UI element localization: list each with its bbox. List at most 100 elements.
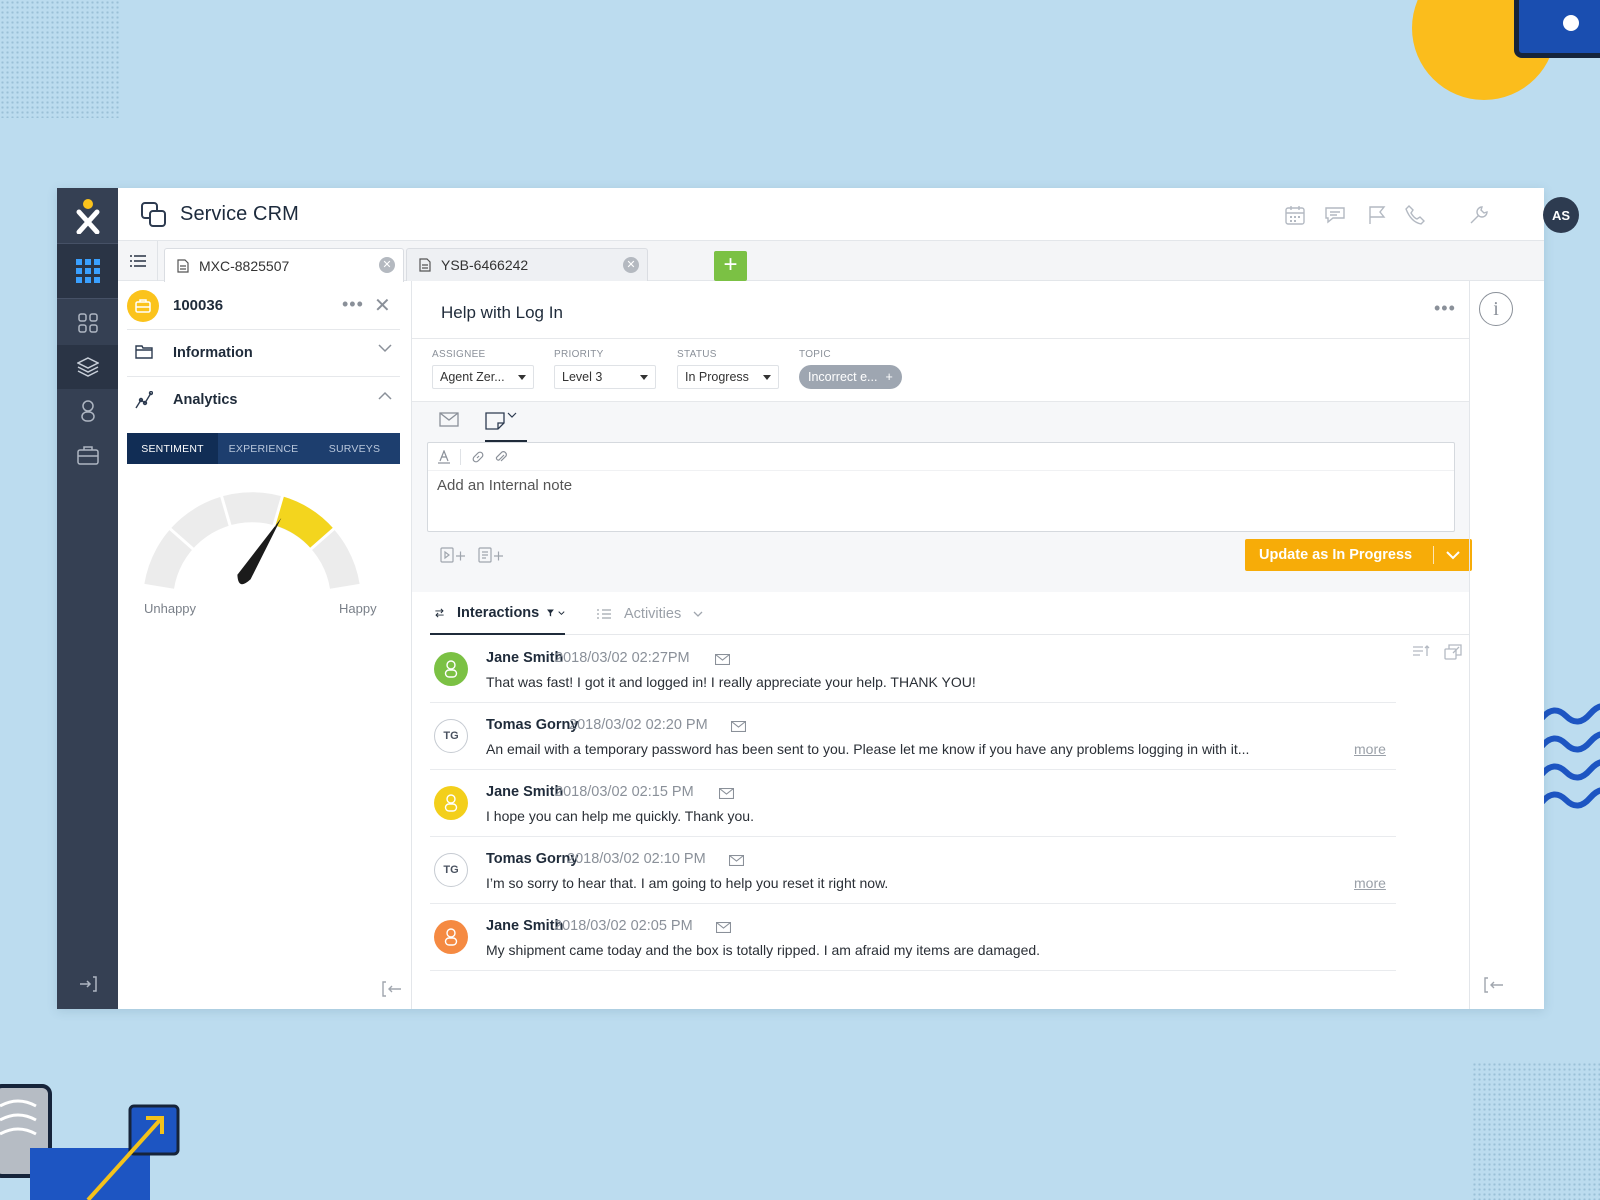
tab-close-button[interactable]: ✕ bbox=[379, 257, 395, 273]
nav-contacts[interactable] bbox=[57, 389, 118, 433]
sort-icon[interactable] bbox=[1412, 644, 1430, 658]
attachment-icon[interactable] bbox=[495, 450, 507, 464]
sender-name[interactable]: Jane Smith bbox=[486, 918, 563, 934]
more-link[interactable]: more bbox=[1354, 875, 1386, 891]
case-header: 100036 ••• ✕ bbox=[118, 281, 412, 329]
tab-label: MXC-8825507 bbox=[199, 257, 290, 274]
apps-grid-icon bbox=[75, 259, 100, 283]
assignee-select[interactable]: Agent Zer... bbox=[432, 365, 534, 389]
assignee-label: ASSIGNEE bbox=[432, 349, 486, 360]
background-dots-pattern bbox=[1472, 1062, 1600, 1200]
apps-grid-button[interactable] bbox=[57, 243, 118, 299]
link-icon[interactable] bbox=[471, 450, 485, 464]
phone-button[interactable] bbox=[1404, 204, 1426, 226]
feed-item[interactable]: Jane Smith 2018/03/02 02:15 PM I hope you … bbox=[430, 770, 1396, 837]
composer: Add an Internal note Update as In Progre… bbox=[412, 402, 1472, 592]
tab-interactions[interactable]: Interactions bbox=[430, 592, 565, 635]
nav-briefcase[interactable] bbox=[57, 433, 118, 477]
text-format-icon[interactable] bbox=[438, 449, 450, 464]
feed-item[interactable]: Jane Smith 2018/03/02 02:27PM That was fas… bbox=[430, 636, 1396, 703]
assignee-value: Agent Zer... bbox=[440, 370, 505, 384]
add-topic-button[interactable]: + bbox=[885, 370, 892, 384]
update-status-label: Update as In Progress bbox=[1259, 547, 1413, 563]
status-field: STATUS In Progress bbox=[677, 349, 779, 389]
chevron-down-icon bbox=[693, 611, 703, 617]
interactions-feed: Jane Smith 2018/03/02 02:27PM That was fas… bbox=[430, 636, 1396, 971]
priority-field: PRIORITY Level 3 bbox=[554, 349, 656, 389]
tab-experience[interactable]: EXPERIENCE bbox=[218, 433, 309, 464]
section-information[interactable]: Information bbox=[127, 329, 400, 375]
case-title-more-button[interactable]: ••• bbox=[1434, 298, 1456, 319]
calendar-button[interactable] bbox=[1284, 204, 1306, 226]
collapse-right-icon[interactable] bbox=[1484, 977, 1504, 993]
assignee-field: ASSIGNEE Agent Zer... bbox=[432, 349, 534, 389]
info-button[interactable]: i bbox=[1479, 292, 1513, 326]
tab-sentiment[interactable]: SENTIMENT bbox=[127, 433, 218, 464]
sender-name[interactable]: Tomas Gorny bbox=[486, 851, 578, 867]
logout-button[interactable] bbox=[57, 971, 118, 997]
sender-name[interactable]: Tomas Gorny bbox=[486, 717, 578, 733]
topic-value: Incorrect e... bbox=[808, 370, 878, 384]
case-close-button[interactable]: ✕ bbox=[374, 293, 391, 318]
briefcase-icon bbox=[135, 299, 151, 313]
note-editor[interactable]: Add an Internal note bbox=[427, 442, 1455, 532]
tab-mxc-8825507[interactable]: MXC-8825507 ✕ bbox=[164, 248, 404, 282]
filter-icon[interactable] bbox=[547, 608, 555, 618]
section-analytics[interactable]: Analytics bbox=[127, 376, 400, 422]
avatar bbox=[434, 920, 468, 954]
update-status-button[interactable]: Update as In Progress bbox=[1245, 539, 1472, 571]
update-options-toggle[interactable] bbox=[1434, 550, 1472, 560]
top-bar: Service CRM AS bbox=[118, 188, 1579, 241]
status-select[interactable]: In Progress bbox=[677, 365, 779, 389]
expand-window-icon[interactable] bbox=[1444, 644, 1462, 660]
feed-item[interactable]: TG Tomas Gorny 2018/03/02 02:10 PM I’m so s… bbox=[430, 837, 1396, 904]
envelope-icon bbox=[439, 412, 459, 427]
sentiment-gauge bbox=[144, 492, 360, 590]
tab-surveys[interactable]: SURVEYS bbox=[309, 433, 400, 464]
chat-button[interactable] bbox=[1324, 204, 1346, 226]
nav-dashboard[interactable] bbox=[57, 301, 118, 345]
nav-cases[interactable] bbox=[57, 345, 118, 389]
person-icon bbox=[444, 928, 458, 946]
user-avatar[interactable]: AS bbox=[1543, 197, 1579, 233]
tab-list-button[interactable] bbox=[118, 241, 158, 281]
chevron-up-icon bbox=[378, 391, 392, 400]
note-channel-tab[interactable] bbox=[485, 412, 527, 442]
tab-activities[interactable]: Activities bbox=[596, 592, 716, 635]
envelope-icon bbox=[730, 719, 747, 737]
add-tab-button[interactable]: + bbox=[714, 251, 747, 281]
document-icon bbox=[177, 258, 189, 273]
tab-label: Activities bbox=[624, 605, 682, 622]
composer-tools bbox=[440, 547, 504, 563]
message-text: My shipment came today and the box is to… bbox=[486, 942, 1041, 958]
tab-ysb-6466242[interactable]: YSB-6466242 ✕ bbox=[406, 248, 648, 281]
chevron-down-icon bbox=[378, 344, 392, 353]
caret-down-icon bbox=[518, 374, 526, 380]
case-id: 100036 bbox=[173, 297, 224, 314]
envelope-icon bbox=[728, 853, 745, 871]
sender-name[interactable]: Jane Smith bbox=[486, 784, 563, 800]
collapse-panel-icon[interactable] bbox=[382, 981, 402, 997]
feed-item[interactable]: TG Tomas Gorny 2018/03/02 02:20 PM An email… bbox=[430, 703, 1396, 770]
settings-button[interactable] bbox=[1468, 204, 1490, 226]
app-logo[interactable] bbox=[57, 188, 118, 243]
priority-select[interactable]: Level 3 bbox=[554, 365, 656, 389]
topic-pill[interactable]: Incorrect e... + bbox=[799, 365, 902, 389]
envelope-icon bbox=[715, 920, 732, 938]
email-channel-tab[interactable] bbox=[439, 412, 463, 442]
add-template-icon[interactable] bbox=[478, 547, 504, 563]
gauge-highlight bbox=[273, 496, 334, 550]
tab-close-button[interactable]: ✕ bbox=[623, 257, 639, 273]
person-icon bbox=[80, 400, 95, 422]
flag-button[interactable] bbox=[1366, 204, 1388, 226]
more-link[interactable]: more bbox=[1354, 741, 1386, 757]
case-more-button[interactable]: ••• bbox=[342, 294, 364, 315]
sender-name[interactable]: Jane Smith bbox=[486, 650, 563, 666]
section-label: Information bbox=[173, 345, 253, 361]
editor-toolbar bbox=[428, 443, 1454, 471]
briefcase-icon bbox=[76, 446, 99, 465]
message-time: 2018/03/02 02:15 PM bbox=[555, 784, 694, 800]
person-icon bbox=[444, 660, 458, 678]
feed-item[interactable]: Jane Smith 2018/03/02 02:05 PM My shipment… bbox=[430, 904, 1396, 971]
add-video-icon[interactable] bbox=[440, 547, 466, 563]
